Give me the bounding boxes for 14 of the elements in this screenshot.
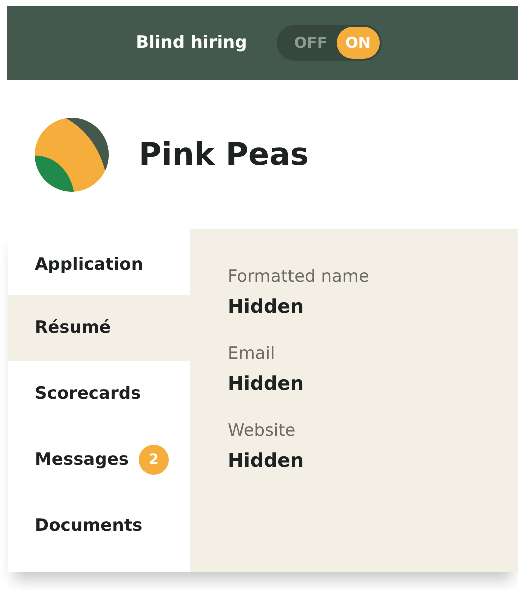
field-label: Website (228, 421, 297, 441)
candidate-name: Pink Peas (139, 137, 309, 173)
unread-count-badge: 2 (138, 445, 169, 475)
sidebar-tab[interactable]: Application (8, 243, 190, 295)
sidebar-tab[interactable]: Scorecards (8, 361, 190, 427)
field-label: Formatted name (228, 267, 370, 287)
blind-hiring-label: Blind hiring (136, 33, 248, 53)
sidebar-tab[interactable]: Documents (8, 493, 190, 559)
sidebar-tab[interactable]: Résumé (8, 295, 190, 361)
field-value: Hidden (228, 450, 306, 472)
field-value: Hidden (228, 373, 306, 395)
field-label: Email (228, 344, 276, 364)
field-value: Hidden (228, 296, 306, 318)
sidebar-tab[interactable]: Messages 2 (8, 427, 190, 493)
